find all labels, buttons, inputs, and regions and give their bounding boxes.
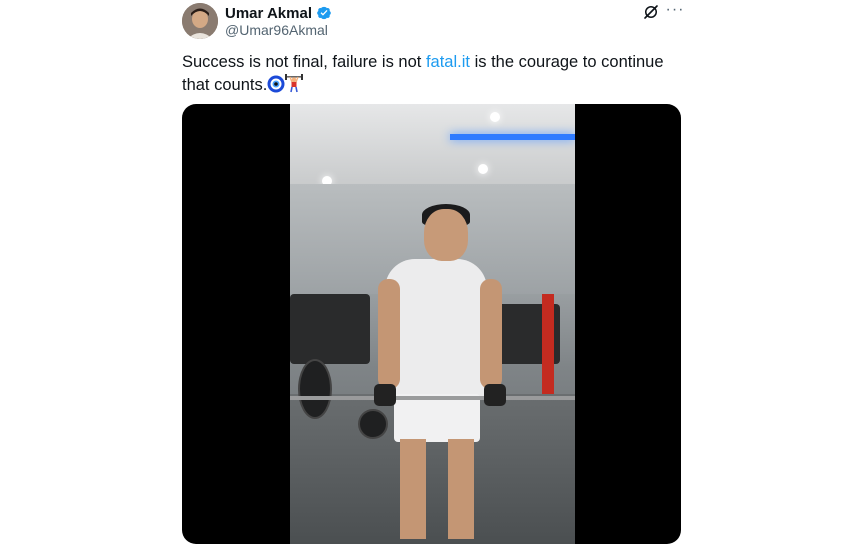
dumbbell-rack (290, 294, 370, 364)
author-name-row: Umar Akmal (225, 4, 332, 22)
person-arm (378, 279, 400, 389)
person-leg (400, 439, 426, 539)
ceiling-spotlight (490, 112, 500, 122)
more-options-button[interactable]: ··· (664, 1, 686, 21)
ceiling-spotlight (478, 164, 488, 174)
grok-icon[interactable] (642, 3, 660, 21)
nazar-amulet-icon (267, 75, 285, 99)
tweet-link[interactable]: fatal.it (426, 53, 470, 71)
verified-badge-icon (317, 6, 331, 20)
person-glove (374, 384, 396, 406)
weight-plate (358, 409, 388, 439)
weightlifter-icon (285, 73, 304, 99)
person-head (424, 209, 468, 261)
ceiling-light-strip (450, 134, 575, 140)
author-name[interactable]: Umar Akmal (225, 5, 312, 22)
gym-ceiling (290, 104, 575, 184)
person-arm (480, 279, 502, 389)
person-shirt (385, 259, 487, 399)
avatar-image (182, 3, 218, 39)
person-leg (448, 439, 474, 539)
tweet-text: Success is not final, failure is not fat… (182, 51, 682, 99)
video-player[interactable] (182, 104, 681, 544)
barbell (290, 396, 575, 400)
weight-plate (298, 359, 332, 419)
video-frame[interactable] (290, 104, 575, 544)
red-rack-post (542, 294, 554, 394)
avatar[interactable] (182, 3, 218, 39)
person-glove (484, 384, 506, 406)
author-handle[interactable]: @Umar96Akmal (225, 22, 328, 38)
person-shorts (394, 394, 480, 442)
tweet-text-part-1: Success is not final, failure is not (182, 53, 426, 71)
